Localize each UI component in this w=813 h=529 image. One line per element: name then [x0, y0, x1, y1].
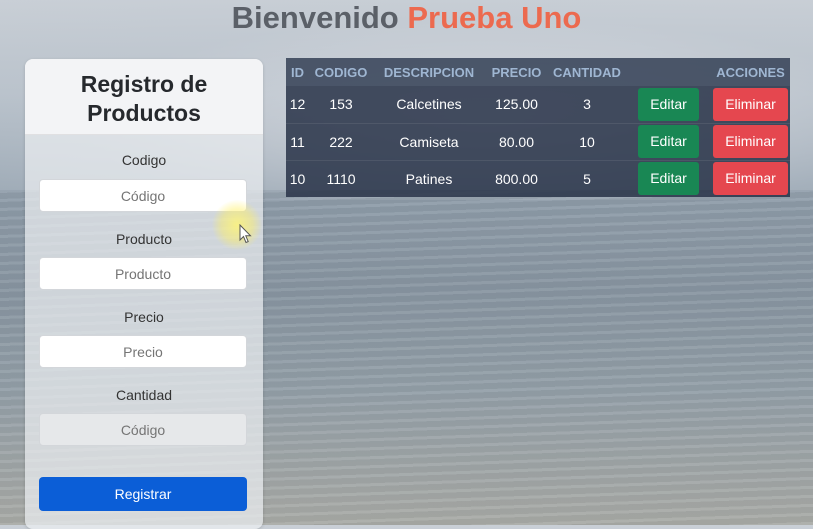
cell-codigo: 153: [329, 96, 353, 113]
cell-precio: 125.00: [495, 96, 538, 113]
form-header: Registro de Productos: [25, 59, 263, 135]
cell-edit: Editar: [626, 159, 711, 197]
precio-input[interactable]: [39, 335, 247, 368]
product-form-card: Registro de Productos Codigo Producto Pr…: [25, 59, 263, 529]
cantidad-input[interactable]: [39, 413, 247, 446]
cell-codigo: 1110: [309, 159, 373, 197]
cell-descripcion: Patines: [373, 159, 485, 197]
table-row: 11 222 Camiseta 80.00 10 Editar Eliminar: [286, 122, 790, 160]
column-header-codigo: CODIGO: [314, 64, 368, 80]
title-prefix: Bienvenido: [231, 0, 399, 35]
mouse-cursor-icon: [239, 224, 252, 244]
page-title: Bienvenido Prueba Uno: [0, 0, 813, 38]
delete-button[interactable]: Eliminar: [713, 125, 788, 158]
delete-button[interactable]: Eliminar: [713, 87, 788, 121]
register-button[interactable]: Registrar: [39, 477, 247, 511]
delete-button[interactable]: Eliminar: [713, 162, 788, 196]
cell-edit: Editar: [626, 122, 711, 160]
products-table: ID CODIGO DESCRIPCION PRECIO CANTIDAD AC…: [286, 58, 790, 197]
column-header-cantidad: CANTIDAD: [553, 64, 621, 80]
column-header-precio: PRECIO: [491, 64, 542, 80]
edit-button[interactable]: Editar: [638, 87, 699, 121]
cell-cantidad: 5: [548, 159, 626, 197]
cell-descripcion: Calcetines: [396, 96, 462, 113]
cursor-highlight: [212, 200, 262, 250]
producto-input[interactable]: [39, 257, 247, 290]
cell-codigo: 222: [309, 122, 373, 160]
column-header-id: ID: [291, 64, 304, 80]
cell-id: 10: [286, 159, 309, 197]
cell-descripcion: Camiseta: [373, 122, 485, 160]
cell-id: 11: [286, 122, 309, 160]
cell-delete: Eliminar: [711, 159, 790, 197]
cell-edit: Editar: [626, 86, 711, 123]
cell-id: 12: [289, 96, 306, 113]
form-title: Registro de Productos: [80, 71, 208, 126]
title-user-name: Prueba Uno: [407, 0, 582, 35]
cell-precio: 80.00: [485, 122, 548, 160]
codigo-label: Codigo: [121, 152, 167, 168]
edit-button[interactable]: Editar: [638, 125, 699, 158]
table-header-row: ID CODIGO DESCRIPCION PRECIO CANTIDAD AC…: [286, 58, 790, 86]
precio-label: Precio: [124, 309, 164, 325]
cell-precio: 800.00: [485, 159, 548, 197]
codigo-input[interactable]: [39, 179, 247, 212]
column-header-acciones: ACCIONES: [716, 64, 785, 80]
cell-delete: Eliminar: [711, 122, 790, 160]
cell-cantidad: 3: [583, 96, 591, 113]
cantidad-label: Cantidad: [115, 387, 173, 403]
column-header-blank: [626, 58, 711, 86]
cell-delete: Eliminar: [711, 86, 790, 123]
cell-cantidad: 10: [548, 122, 626, 160]
edit-button[interactable]: Editar: [638, 162, 699, 196]
table-row: 10 1110 Patines 800.00 5 Editar Eliminar: [286, 159, 790, 197]
column-header-descripcion: DESCRIPCION: [383, 64, 475, 80]
table-row: 12 153 Calcetines 125.00 3 Editar Elimin…: [286, 86, 790, 123]
